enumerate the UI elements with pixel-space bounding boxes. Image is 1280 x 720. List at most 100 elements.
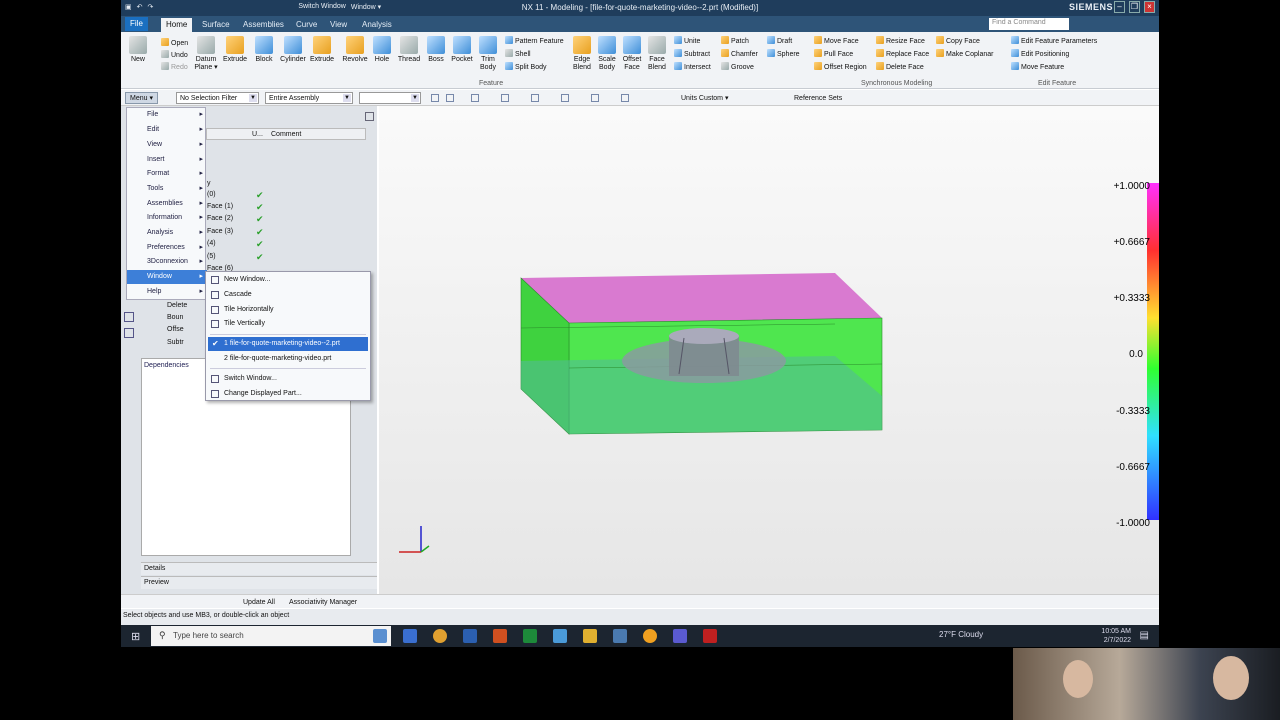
associativity-manager-button[interactable]: Associativity Manager [289,598,357,607]
details-header[interactable]: Details [141,562,377,575]
cascade-item[interactable]: Cascade [208,288,368,302]
dependencies-header[interactable]: Dependencies [141,362,189,369]
app-icon[interactable] [643,629,657,643]
notification-icon[interactable]: ▤ [1140,630,1149,641]
menu-item-file[interactable]: File ▸ [127,108,207,122]
tab-surface[interactable]: Surface [197,18,235,32]
move-icon[interactable] [561,94,569,102]
nav-row-offset[interactable]: Offse [167,324,184,336]
window-item-2[interactable]: 2 file-for-quote-marketing-video.prt [208,352,368,366]
weather-widget[interactable]: 27°F Cloudy [939,630,983,639]
acrobat-icon[interactable] [703,629,717,643]
menu-item-format[interactable]: Format ▸ [127,167,207,181]
nav-row[interactable]: (0) [207,189,216,201]
datum-plane-button[interactable]: Datum Plane ▾ [192,36,220,72]
patch-button[interactable]: Patch [721,36,749,46]
edit-positioning-button[interactable]: Edit Positioning [1011,49,1069,59]
snap-point-icon[interactable] [621,94,629,102]
select-icon[interactable] [446,94,454,102]
menu-item-edit[interactable]: Edit ▸ [127,123,207,137]
nav-row[interactable]: (4) [207,238,216,250]
nx-app-icon[interactable] [373,629,387,643]
pocket-button[interactable]: Pocket [448,36,476,64]
offset-face-button[interactable]: Offset Face [618,36,646,72]
tab-file[interactable]: File [125,17,148,31]
draft-button[interactable]: Draft [767,36,792,46]
chrome-icon[interactable] [433,629,447,643]
edge-blend-button[interactable]: Edge Blend [568,36,596,72]
reference-sets-button[interactable]: Reference Sets [794,94,842,103]
nav-row[interactable]: Face (2) [207,213,233,225]
menu-item-preferences[interactable]: Preferences ▸ [127,241,207,255]
offset-region-button[interactable]: Offset Region [814,62,867,72]
menu-button[interactable]: Menu ▾ [125,92,158,104]
split-body-button[interactable]: Split Body [505,62,547,72]
tab-curve[interactable]: Curve [291,18,322,32]
maximize-icon[interactable] [365,112,374,121]
find-command-input[interactable]: Find a Command [989,18,1069,30]
groove-button[interactable]: Groove [721,62,754,72]
intersect-button[interactable]: Intersect [674,62,711,72]
menu-item-3dconnexion[interactable]: 3Dconnexion ▸ [127,255,207,269]
scale-body-button[interactable]: Scale Body [593,36,621,72]
new-button[interactable]: New [124,36,152,64]
change-displayed-part-item[interactable]: Change Displayed Part... [208,387,368,401]
sphere-button[interactable]: Sphere [767,49,800,59]
line-icon[interactable] [531,94,539,102]
new-window-item[interactable]: New Window... [208,273,368,287]
tab-view[interactable]: View [325,18,352,32]
tab-home[interactable]: Home [161,18,193,32]
trim-body-button[interactable]: Trim Body [474,36,502,72]
tile-horizontally-item[interactable]: Tile Horizontally [208,303,368,317]
make-coplanar-button[interactable]: Make Coplanar [936,49,993,59]
excel-icon[interactable] [523,629,537,643]
subtract-button[interactable]: Subtract [674,49,710,59]
edit-feature-parameters-button[interactable]: Edit Feature Parameters [1011,36,1097,46]
replace-face-button[interactable]: Replace Face [876,49,929,59]
resource-bar-icon[interactable] [124,328,134,338]
resource-bar-icon[interactable] [124,312,134,322]
switch-window-item[interactable]: Switch Window... [208,372,368,386]
boss-button[interactable]: Boss [422,36,450,64]
close-button[interactable]: × [1144,1,1155,13]
update-all-button[interactable]: Update All [243,598,275,607]
cylinder-button[interactable]: Cylinder [279,36,307,64]
menu-item-insert[interactable]: Insert ▸ [127,153,207,167]
siemens-app-icon[interactable] [403,629,417,643]
nav-row[interactable]: Face (1) [207,201,233,213]
assembly-scope-select[interactable]: Entire Assembly ▼ [265,92,353,104]
revolve-button[interactable]: Revolve [341,36,369,64]
extrude-button-2[interactable]: Extrude [308,36,336,64]
face-blend-button[interactable]: Face Blend [643,36,671,72]
app-icon[interactable] [553,629,567,643]
restore-button[interactable]: ❐ [1129,1,1140,13]
preview-header[interactable]: Preview [141,576,377,589]
menu-item-tools[interactable]: Tools ▸ [127,182,207,196]
tile-vertically-item[interactable]: Tile Vertically [208,317,368,331]
units-custom-select[interactable]: Units Custom ▾ [681,94,728,103]
windows-start-icon[interactable]: ⊞ [131,630,140,643]
redo-button[interactable]: Redo [161,62,188,72]
thread-button[interactable]: Thread [395,36,423,64]
point-icon[interactable] [501,94,509,102]
calculator-icon[interactable] [613,629,627,643]
extrude-button[interactable]: Extrude [221,36,249,64]
powerpoint-icon[interactable] [493,629,507,643]
move-face-button[interactable]: Move Face [814,36,859,46]
taskbar-search-input[interactable]: Type here to search [151,626,391,646]
menu-item-view[interactable]: View ▸ [127,138,207,152]
center-icon[interactable] [591,94,599,102]
nav-row[interactable]: (5) [207,251,216,263]
block-button[interactable]: Block [250,36,278,64]
nav-row[interactable]: Face (3) [207,226,233,238]
chamfer-button[interactable]: Chamfer [721,49,758,59]
model-view[interactable]: +1.0000 +0.6667 +0.3333 0.0 -0.3333 -0.6… [379,106,1159,594]
pattern-feature-button[interactable]: Pattern Feature [505,36,564,46]
resize-face-button[interactable]: Resize Face [876,36,925,46]
minimize-button[interactable]: – [1114,1,1125,13]
view-icon[interactable] [471,94,479,102]
menu-item-analysis[interactable]: Analysis ▸ [127,226,207,240]
word-icon[interactable] [463,629,477,643]
window-item-1[interactable]: ✔ 1 file-for-quote-marketing-video--2.prt [208,337,368,351]
move-feature-button[interactable]: Move Feature [1011,62,1064,72]
